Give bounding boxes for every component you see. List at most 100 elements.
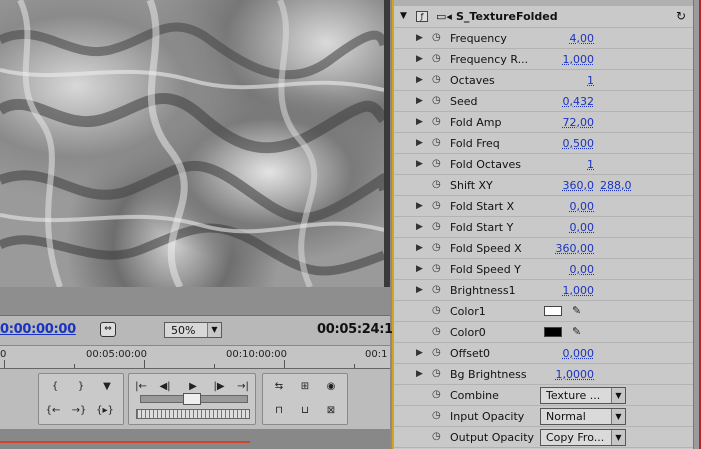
stopwatch-icon[interactable]: ◷ bbox=[432, 116, 444, 128]
param-row[interactable]: ▶ ◷ Fold Speed Y 0,00 bbox=[394, 259, 694, 280]
step-back-icon[interactable]: ◀| bbox=[155, 378, 175, 396]
param-row[interactable]: ▶ ◷ Frequency R... 1,000 bbox=[394, 49, 694, 70]
param-row[interactable]: ▶ ◷ Bg Brightness 1,0000 bbox=[394, 364, 694, 385]
param-value[interactable]: 0,500 bbox=[544, 137, 595, 150]
stopwatch-icon[interactable]: ◷ bbox=[432, 431, 444, 443]
param-value[interactable]: 0,00 bbox=[544, 200, 595, 213]
eyedropper-icon[interactable]: ✎ bbox=[572, 325, 581, 338]
param-value[interactable]: 1 bbox=[544, 74, 594, 87]
param-value-y[interactable]: 288,0 bbox=[600, 179, 632, 192]
stopwatch-icon[interactable]: ◷ bbox=[432, 95, 444, 107]
param-row[interactable]: ▶ ◷ Octaves 1 bbox=[394, 70, 694, 91]
jog-knob[interactable] bbox=[183, 393, 201, 405]
expand-triangle-icon[interactable]: ▶ bbox=[416, 96, 423, 106]
stopwatch-icon[interactable]: ◷ bbox=[432, 305, 444, 317]
step-back-edit-icon[interactable]: |← bbox=[131, 378, 151, 396]
expand-triangle-icon[interactable]: ▶ bbox=[416, 369, 423, 379]
set-marker-icon[interactable]: ▼ bbox=[97, 378, 117, 396]
step-forward-edit-icon[interactable]: →| bbox=[233, 378, 253, 396]
stopwatch-icon[interactable]: ◷ bbox=[432, 32, 444, 44]
param-row[interactable]: ▶ ◷ Fold Amp 72,00 bbox=[394, 112, 694, 133]
param-value[interactable]: 1,000 bbox=[544, 284, 595, 297]
effect-header[interactable]: ▼ ƒ ▭◂ S_TextureFolded ↻ bbox=[394, 6, 694, 28]
expand-triangle-icon[interactable]: ▶ bbox=[416, 201, 423, 211]
stopwatch-icon[interactable]: ◷ bbox=[432, 347, 444, 359]
expand-triangle-icon[interactable]: ▶ bbox=[416, 243, 423, 253]
insert-icon[interactable]: ⊓ bbox=[269, 402, 289, 420]
safe-margins-icon[interactable]: ⊞ bbox=[295, 378, 315, 396]
color-swatch[interactable] bbox=[544, 306, 562, 316]
snap-button[interactable]: ⇔ bbox=[100, 322, 116, 337]
param-row[interactable]: ◷ Input Opacity Normal ▼ bbox=[394, 406, 694, 427]
param-row[interactable]: ▶ ◷ Fold Octaves 1 bbox=[394, 154, 694, 175]
param-value[interactable]: 360,0 bbox=[544, 179, 595, 192]
zoom-select[interactable]: 50% ▼ bbox=[164, 322, 222, 338]
current-timecode[interactable]: 0:00:00:00 bbox=[0, 322, 76, 337]
jog-slider[interactable] bbox=[140, 393, 248, 405]
go-to-in-icon[interactable]: {← bbox=[43, 402, 63, 420]
param-value[interactable]: 0,000 bbox=[544, 347, 595, 360]
output-icon[interactable]: ◉ bbox=[321, 378, 341, 396]
expand-triangle-icon[interactable]: ▶ bbox=[416, 264, 423, 274]
expand-triangle-icon[interactable]: ▼ bbox=[400, 11, 407, 21]
stopwatch-icon[interactable]: ◷ bbox=[432, 200, 444, 212]
param-value[interactable]: 1 bbox=[544, 158, 594, 171]
param-row[interactable]: ◷ Shift XY 360,0 288,0 bbox=[394, 175, 694, 196]
param-value[interactable]: 0,432 bbox=[544, 95, 595, 108]
overlay-icon[interactable]: ⊔ bbox=[295, 402, 315, 420]
param-value[interactable]: 1,0000 bbox=[544, 368, 595, 381]
play-in-to-out-icon[interactable]: {▸} bbox=[95, 402, 115, 420]
param-dropdown[interactable]: Normal ▼ bbox=[540, 408, 626, 425]
eyedropper-icon[interactable]: ✎ bbox=[572, 304, 581, 317]
param-value[interactable]: 1,000 bbox=[544, 53, 595, 66]
stopwatch-icon[interactable]: ◷ bbox=[432, 137, 444, 149]
param-row[interactable]: ◷ Combine Texture ... ▼ bbox=[394, 385, 694, 406]
mark-in-icon[interactable]: { bbox=[45, 378, 65, 396]
param-value[interactable]: 4,00 bbox=[544, 32, 595, 45]
stopwatch-icon[interactable]: ◷ bbox=[432, 389, 444, 401]
expand-triangle-icon[interactable]: ▶ bbox=[416, 159, 423, 169]
fx-toggle-icon[interactable]: ƒ bbox=[416, 11, 428, 22]
stopwatch-icon[interactable]: ◷ bbox=[432, 326, 444, 338]
param-value[interactable]: 0,00 bbox=[544, 263, 595, 276]
stopwatch-icon[interactable]: ◷ bbox=[432, 263, 444, 275]
param-row[interactable]: ▶ ◷ Offset0 0,000 bbox=[394, 343, 694, 364]
expand-triangle-icon[interactable]: ▶ bbox=[416, 54, 423, 64]
reset-icon[interactable]: ↻ bbox=[676, 9, 686, 23]
loop-icon[interactable]: ⇆ bbox=[269, 378, 289, 396]
shuttle-bar[interactable] bbox=[136, 409, 250, 419]
param-dropdown[interactable]: Texture ... ▼ bbox=[540, 387, 626, 404]
param-row[interactable]: ▶ ◷ Fold Start Y 0,00 bbox=[394, 217, 694, 238]
param-row[interactable]: ▶ ◷ Brightness1 1,000 bbox=[394, 280, 694, 301]
stopwatch-icon[interactable]: ◷ bbox=[432, 53, 444, 65]
step-forward-icon[interactable]: |▶ bbox=[209, 378, 229, 396]
stopwatch-icon[interactable]: ◷ bbox=[432, 179, 444, 191]
expand-triangle-icon[interactable]: ▶ bbox=[416, 75, 423, 85]
expand-triangle-icon[interactable]: ▶ bbox=[416, 348, 423, 358]
stopwatch-icon[interactable]: ◷ bbox=[432, 158, 444, 170]
stopwatch-icon[interactable]: ◷ bbox=[432, 221, 444, 233]
param-value[interactable]: 72,00 bbox=[544, 116, 595, 129]
expand-triangle-icon[interactable]: ▶ bbox=[416, 33, 423, 43]
param-row[interactable]: ◷ Color1 ✎ bbox=[394, 301, 694, 322]
export-frame-icon[interactable]: ⊠ bbox=[321, 402, 341, 420]
stopwatch-icon[interactable]: ◷ bbox=[432, 242, 444, 254]
mark-out-icon[interactable]: } bbox=[71, 378, 91, 396]
expand-triangle-icon[interactable]: ▶ bbox=[416, 138, 423, 148]
param-value[interactable]: 360,00 bbox=[544, 242, 595, 255]
go-to-out-icon[interactable]: →} bbox=[69, 402, 89, 420]
stopwatch-icon[interactable]: ◷ bbox=[432, 410, 444, 422]
stopwatch-icon[interactable]: ◷ bbox=[432, 284, 444, 296]
expand-triangle-icon[interactable]: ▶ bbox=[416, 222, 423, 232]
param-value[interactable]: 0,00 bbox=[544, 221, 595, 234]
color-swatch[interactable] bbox=[544, 327, 562, 337]
param-row[interactable]: ▶ ◷ Frequency 4,00 bbox=[394, 28, 694, 49]
param-row[interactable]: ◷ Color0 ✎ bbox=[394, 322, 694, 343]
param-row[interactable]: ▶ ◷ Fold Speed X 360,00 bbox=[394, 238, 694, 259]
param-row[interactable]: ◷ Output Opacity Copy Fro... ▼ bbox=[394, 427, 694, 448]
param-row[interactable]: ▶ ◷ Fold Freq 0,500 bbox=[394, 133, 694, 154]
param-row[interactable]: ▶ ◷ Seed 0,432 bbox=[394, 91, 694, 112]
time-ruler[interactable]: 0 00:05:00:00 00:10:00:00 00:1 bbox=[0, 345, 390, 369]
expand-triangle-icon[interactable]: ▶ bbox=[416, 117, 423, 127]
stopwatch-icon[interactable]: ◷ bbox=[432, 74, 444, 86]
